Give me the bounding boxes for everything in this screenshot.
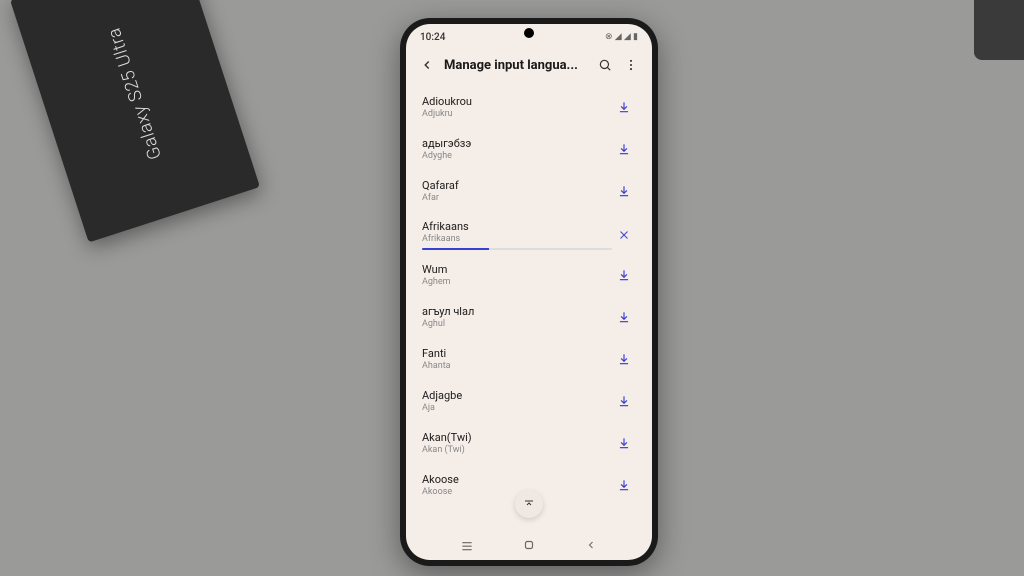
language-item[interactable]: QafarafAfar (418, 170, 640, 212)
language-item[interactable]: агъул чlалAghul (418, 296, 640, 338)
product-box: Galaxy S25 Ultra (10, 0, 260, 243)
status-time: 10:24 (420, 32, 445, 43)
language-text: AkooseAkoose (422, 473, 612, 497)
language-name: Adjagbe (422, 389, 612, 402)
language-subtitle: Afrikaans (422, 234, 612, 244)
download-icon[interactable] (612, 347, 636, 371)
language-text: WumAghem (422, 263, 612, 287)
download-icon[interactable] (612, 473, 636, 497)
language-item[interactable]: AdioukrouAdjukru (418, 86, 640, 128)
language-name: Akan(Twi) (422, 431, 612, 444)
nav-recents-icon[interactable] (458, 536, 476, 554)
language-text: адыгэбзэAdyghe (422, 137, 612, 161)
language-subtitle: Adyghe (422, 151, 612, 161)
phone-frame: 10:24 ⊗ ◢ ◢ ▮ Manage input langua... Adi… (400, 18, 658, 566)
navigation-bar (406, 530, 652, 560)
download-icon[interactable] (612, 137, 636, 161)
phone-screen: 10:24 ⊗ ◢ ◢ ▮ Manage input langua... Adi… (406, 24, 652, 560)
download-icon[interactable] (612, 95, 636, 119)
app-header: Manage input langua... (406, 50, 652, 86)
language-text: FantiAhanta (422, 347, 612, 371)
language-name: Fanti (422, 347, 612, 360)
language-subtitle: Ahanta (422, 361, 612, 371)
search-icon[interactable] (596, 56, 614, 74)
language-item[interactable]: адыгэбзэAdyghe (418, 128, 640, 170)
language-subtitle: Aghem (422, 277, 612, 287)
language-item[interactable]: WumAghem (418, 254, 640, 296)
camera-cutout (524, 28, 534, 38)
cancel-download-icon[interactable] (612, 223, 636, 247)
more-icon[interactable] (622, 56, 640, 74)
corner-object (974, 0, 1024, 60)
language-subtitle: Adjukru (422, 109, 612, 119)
language-subtitle: Aghul (422, 319, 612, 329)
language-item[interactable]: AfrikaansAfrikaans (418, 212, 640, 254)
download-icon[interactable] (612, 179, 636, 203)
language-text: AfrikaansAfrikaans (422, 220, 612, 250)
nav-back-icon[interactable] (582, 536, 600, 554)
language-name: адыгэбзэ (422, 137, 612, 150)
scroll-to-top-button[interactable] (515, 490, 543, 518)
language-name: Akoose (422, 473, 612, 486)
language-item[interactable]: Akan(Twi)Akan (Twi) (418, 422, 640, 464)
language-text: AdjagbeAja (422, 389, 612, 413)
language-text: AdioukrouAdjukru (422, 95, 612, 119)
language-name: агъул чlал (422, 305, 612, 318)
language-item[interactable]: AdjagbeAja (418, 380, 640, 422)
language-name: Adioukrou (422, 95, 612, 108)
page-title: Manage input langua... (444, 58, 588, 73)
product-box-label: Galaxy S25 Ultra (104, 25, 166, 162)
language-name: Wum (422, 263, 612, 276)
back-icon[interactable] (418, 56, 436, 74)
language-subtitle: Akan (Twi) (422, 445, 612, 455)
download-icon[interactable] (612, 263, 636, 287)
nav-home-icon[interactable] (520, 536, 538, 554)
language-name: Qafaraf (422, 179, 612, 192)
language-name: Afrikaans (422, 220, 612, 233)
language-text: Akan(Twi)Akan (Twi) (422, 431, 612, 455)
language-text: QafarafAfar (422, 179, 612, 203)
download-icon[interactable] (612, 389, 636, 413)
language-list[interactable]: AdioukrouAdjukru адыгэбзэAdyghe QafarafAfa… (406, 86, 652, 530)
language-subtitle: Afar (422, 193, 612, 203)
language-item[interactable]: FantiAhanta (418, 338, 640, 380)
status-icons: ⊗ ◢ ◢ ▮ (605, 32, 638, 42)
language-text: агъул чlалAghul (422, 305, 612, 329)
download-progress (422, 248, 612, 250)
download-icon[interactable] (612, 305, 636, 329)
language-subtitle: Aja (422, 403, 612, 413)
download-icon[interactable] (612, 431, 636, 455)
